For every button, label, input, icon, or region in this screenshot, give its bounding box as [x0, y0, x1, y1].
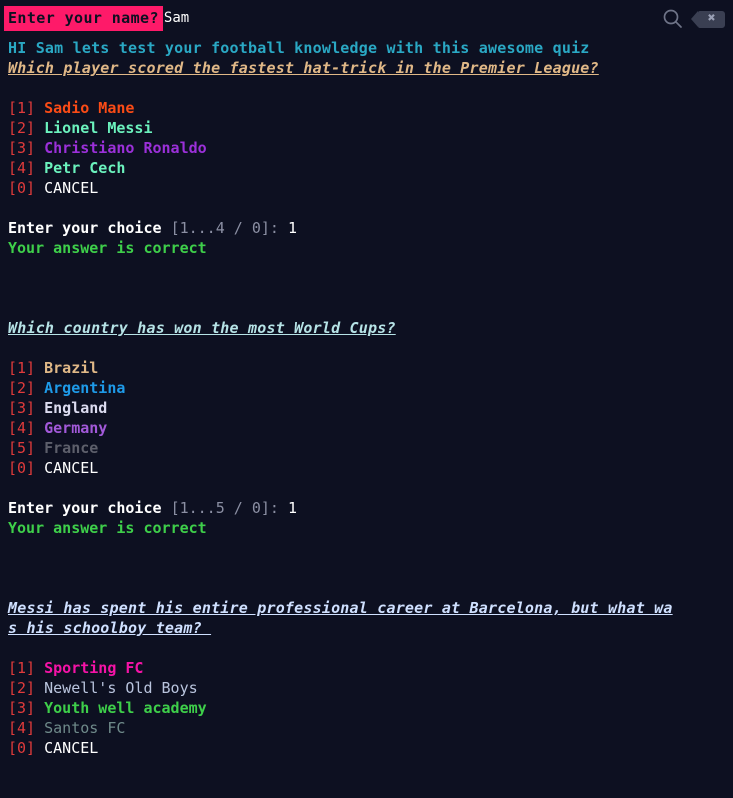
header-icon-group: ✖: [662, 8, 725, 30]
option-key: [0]: [8, 739, 36, 757]
option-label: Germany: [44, 419, 108, 437]
option-key: [0]: [8, 459, 36, 477]
option-key: [2]: [8, 679, 36, 697]
option-label: Youth well academy: [44, 699, 207, 717]
option-label: CANCEL: [44, 179, 99, 197]
name-prompt-label: Enter your name?: [4, 5, 163, 31]
choice-prompt-label: Enter your choice: [8, 499, 162, 517]
option-key: [3]: [8, 139, 36, 157]
option-label: Santos FC: [44, 719, 126, 737]
choice-range: [1...4 / 0]:: [170, 219, 279, 237]
choice-prompt-2[interactable]: Enter your choice [1...5 / 0]: 1: [0, 498, 733, 518]
option-row[interactable]: [1] Sadio Mane: [0, 98, 733, 118]
option-key: [2]: [8, 119, 36, 137]
question-3-text-line2: s his schoolboy team?: [8, 619, 212, 637]
option-label: Newell's Old Boys: [44, 679, 198, 697]
option-label: France: [44, 439, 99, 457]
option-row[interactable]: [1] Sporting FC: [0, 658, 733, 678]
option-key: [1]: [8, 659, 36, 677]
question-3-text-line1: Messi has spent his entire professional …: [8, 599, 673, 617]
choice-prompt-1[interactable]: Enter your choice [1...4 / 0]: 1: [0, 218, 733, 238]
option-key: [3]: [8, 699, 36, 717]
option-row[interactable]: [4] Germany: [0, 418, 733, 438]
option-key: [4]: [8, 159, 36, 177]
option-label: England: [44, 399, 108, 417]
option-row-cancel[interactable]: [0] CANCEL: [0, 178, 733, 198]
choice-range: [1...5 / 0]:: [170, 499, 279, 517]
option-row[interactable]: [1] Brazil: [0, 358, 733, 378]
option-key: [0]: [8, 179, 36, 197]
option-key: [3]: [8, 399, 36, 417]
option-row[interactable]: [4] Santos FC: [0, 718, 733, 738]
option-row[interactable]: [3] England: [0, 398, 733, 418]
option-label: Sporting FC: [44, 659, 144, 677]
question-2-text: Which country has won the most World Cup…: [8, 319, 396, 337]
option-key: [2]: [8, 379, 36, 397]
name-input-value[interactable]: Sam: [163, 8, 189, 28]
input-header: Enter your name? Sam ✖: [0, 0, 733, 36]
option-label: Lionel Messi: [44, 119, 153, 137]
greeting-line: HI Sam lets test your football knowledge…: [8, 39, 590, 57]
search-icon[interactable]: [662, 8, 684, 30]
option-label: Sadio Mane: [44, 99, 135, 117]
option-label: Argentina: [44, 379, 126, 397]
choice-answer: 1: [287, 219, 297, 237]
terminal-window: Enter your name? Sam ✖ HI Sam lets test …: [0, 0, 733, 798]
option-row-cancel[interactable]: [0] CANCEL: [0, 738, 733, 758]
option-row[interactable]: [5] France: [0, 438, 733, 458]
option-label: Christiano Ronaldo: [44, 139, 207, 157]
option-key: [4]: [8, 719, 36, 737]
backspace-icon[interactable]: ✖: [691, 10, 725, 28]
choice-answer: 1: [287, 499, 297, 517]
option-label: Brazil: [44, 359, 99, 377]
option-key: [1]: [8, 359, 36, 377]
option-key: [4]: [8, 419, 36, 437]
option-row[interactable]: [2] Lionel Messi: [0, 118, 733, 138]
question-1-text: Which player scored the fastest hat-tric…: [8, 59, 599, 77]
option-row[interactable]: [3] Youth well academy: [0, 698, 733, 718]
result-message-1: Your answer is correct: [8, 239, 207, 257]
choice-prompt-label: Enter your choice: [8, 219, 162, 237]
option-row[interactable]: [2] Argentina: [0, 378, 733, 398]
terminal-output: HI Sam lets test your football knowledge…: [0, 36, 733, 758]
option-label: Petr Cech: [44, 159, 126, 177]
option-row[interactable]: [4] Petr Cech: [0, 158, 733, 178]
option-key: [1]: [8, 99, 36, 117]
backspace-glyph: ✖: [707, 13, 716, 24]
option-row[interactable]: [3] Christiano Ronaldo: [0, 138, 733, 158]
option-row[interactable]: [2] Newell's Old Boys: [0, 678, 733, 698]
result-message-2: Your answer is correct: [8, 519, 207, 537]
option-label: CANCEL: [44, 459, 99, 477]
option-row-cancel[interactable]: [0] CANCEL: [0, 458, 733, 478]
option-key: [5]: [8, 439, 36, 457]
option-label: CANCEL: [44, 739, 99, 757]
